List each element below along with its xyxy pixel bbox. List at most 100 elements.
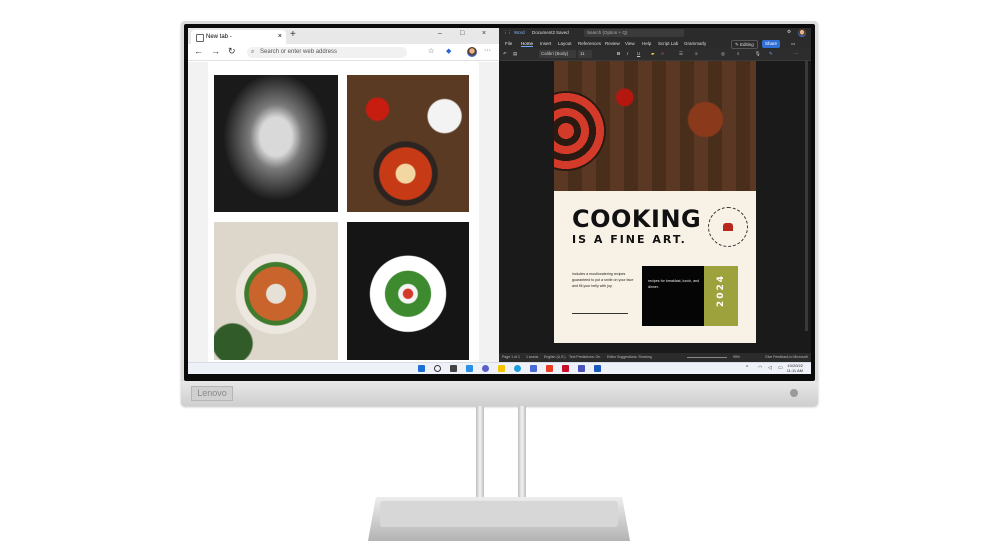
- bullets-icon[interactable]: ☰: [679, 51, 683, 57]
- browser-window: New tab - × + – □ × ← → ↻ ⌕ Search or en…: [188, 28, 499, 362]
- browser-tab[interactable]: New tab - ×: [191, 30, 286, 44]
- close-window-button[interactable]: ×: [482, 30, 486, 37]
- close-tab-icon[interactable]: ×: [278, 30, 282, 44]
- doc-title: COOKING: [572, 205, 702, 233]
- editor-icon[interactable]: ✎: [769, 51, 773, 57]
- settings-icon[interactable]: ⚙: [787, 29, 791, 35]
- tab-layout[interactable]: Layout: [558, 41, 572, 46]
- chat-icon[interactable]: [482, 365, 489, 372]
- extension-icon[interactable]: ◆: [446, 47, 451, 55]
- address-placeholder: Search or enter web address: [260, 49, 338, 55]
- photo-sweet-potato-fries[interactable]: [214, 222, 338, 360]
- wifi-icon[interactable]: ◠: [758, 365, 762, 371]
- editing-mode-button[interactable]: ✎ Editing: [731, 40, 758, 49]
- tab-grammarly[interactable]: Grammarly: [684, 41, 706, 46]
- brand-logo: Lenovo: [191, 386, 233, 401]
- ribbon-toolbar: ↶ ▤ Calibri (Body) 11 B I U ▰ A ☰ ≡ ◎ ⌕ …: [499, 49, 811, 61]
- tab-references[interactable]: References: [578, 41, 601, 46]
- ribbon-more-icon[interactable]: ···: [794, 51, 799, 56]
- document-name[interactable]: Document2: [532, 30, 555, 35]
- editor-suggestions[interactable]: Editor Suggestions: Showing: [607, 355, 652, 359]
- photo-shakshuka[interactable]: [347, 75, 469, 212]
- italic-button[interactable]: I: [627, 51, 628, 56]
- pdf-icon[interactable]: [562, 365, 569, 372]
- underline-button[interactable]: U: [637, 51, 640, 56]
- font-size-select[interactable]: 11: [578, 50, 592, 58]
- zoom-level[interactable]: 95%: [733, 355, 740, 359]
- find-icon[interactable]: ⌕: [737, 51, 740, 56]
- doc-body-text: includes a mouthwatering recipes guarant…: [572, 272, 634, 288]
- forward-button[interactable]: →: [211, 46, 220, 56]
- tab-insert[interactable]: Insert: [540, 41, 551, 46]
- teams-icon[interactable]: [578, 365, 585, 372]
- word-search-placeholder: Search (Option + Q): [587, 30, 628, 35]
- browser-content: [188, 62, 499, 362]
- back-button[interactable]: ←: [194, 46, 203, 56]
- file-explorer-icon[interactable]: [498, 365, 505, 372]
- comments-icon[interactable]: ▭: [791, 41, 795, 47]
- power-button[interactable]: [790, 389, 798, 397]
- volume-icon[interactable]: ◁: [768, 365, 772, 371]
- task-view-icon[interactable]: [450, 365, 457, 372]
- tab-view[interactable]: View: [625, 41, 635, 46]
- share-button[interactable]: Share: [762, 40, 781, 48]
- feedback-link[interactable]: Give Feedback to Microsoft: [765, 355, 808, 359]
- language[interactable]: English (U.S.): [544, 355, 566, 359]
- divider: [572, 313, 628, 314]
- start-icon[interactable]: [418, 365, 425, 372]
- tab-help[interactable]: Help: [642, 41, 651, 46]
- search-icon[interactable]: [434, 365, 441, 372]
- address-bar[interactable]: ⌕ Search or enter web address: [247, 47, 407, 58]
- show-hidden-icons[interactable]: ^: [746, 365, 748, 371]
- screen-bezel: New tab - × + – □ × ← → ↻ ⌕ Search or en…: [184, 24, 815, 381]
- left-margin: [188, 62, 208, 362]
- page-count: Page 1 of 1: [502, 355, 520, 359]
- meals-text: recipes for breakfast, lunch, and dinner…: [648, 279, 700, 289]
- taskbar-clock[interactable]: 10/20/22 11:11 AM: [787, 363, 803, 373]
- styles-icon[interactable]: ◎: [721, 51, 725, 57]
- dictate-icon[interactable]: 🎙: [755, 51, 761, 57]
- profile-avatar[interactable]: [467, 47, 477, 57]
- edge-icon[interactable]: [514, 365, 521, 372]
- maximize-button[interactable]: □: [460, 30, 464, 37]
- tab-script-lab[interactable]: Script Lab: [658, 41, 678, 46]
- word-window: ⋮⋮ Word Document2 Saved Search (Option +…: [499, 28, 811, 362]
- widgets-icon[interactable]: [466, 365, 473, 372]
- word-icon[interactable]: [594, 365, 601, 372]
- page-icon: [196, 34, 204, 42]
- screen: New tab - × + – □ × ← → ↻ ⌕ Search or en…: [188, 28, 811, 374]
- word-status-bar: Page 1 of 1 1 words English (U.S.) Text …: [499, 353, 811, 362]
- font-name-select[interactable]: Calibri (Body): [539, 50, 576, 58]
- text-predictions[interactable]: Text Predictions: On: [569, 355, 600, 359]
- store-icon[interactable]: [530, 365, 537, 372]
- word-app-name: Word: [514, 30, 525, 35]
- document-page[interactable]: COOKING IS A FINE ART. includes a mouthw…: [554, 61, 756, 343]
- refresh-button[interactable]: ↻: [228, 46, 236, 57]
- more-button[interactable]: ···: [484, 47, 491, 54]
- new-tab-button[interactable]: +: [290, 29, 296, 40]
- tab-home[interactable]: Home: [521, 41, 534, 47]
- bold-button[interactable]: B: [617, 51, 620, 56]
- clock-time: 11:11 AM: [786, 368, 803, 373]
- app-launcher-icon[interactable]: ⋮⋮: [503, 30, 512, 36]
- photo-flour-hands[interactable]: [214, 75, 338, 212]
- highlight-icon[interactable]: ▰: [651, 51, 654, 57]
- office-icon[interactable]: [546, 365, 553, 372]
- clipboard-icon[interactable]: ▤: [513, 51, 517, 57]
- word-scrollbar[interactable]: [805, 61, 808, 331]
- font-color-icon[interactable]: A: [661, 51, 664, 56]
- saved-status: Saved: [556, 30, 569, 35]
- word-profile-avatar[interactable]: [798, 29, 806, 37]
- undo-icon[interactable]: ↶: [503, 51, 507, 57]
- battery-icon[interactable]: ▭: [778, 365, 783, 371]
- year-label: 2024: [716, 274, 726, 308]
- minimize-button[interactable]: –: [438, 30, 442, 37]
- meals-box: recipes for breakfast, lunch, and dinner…: [642, 266, 704, 326]
- zoom-slider[interactable]: [687, 357, 727, 358]
- tab-review[interactable]: Review: [605, 41, 620, 46]
- tab-file[interactable]: File: [505, 41, 512, 46]
- favorite-icon[interactable]: ☆: [428, 47, 434, 55]
- photo-greek-salad[interactable]: [347, 222, 469, 360]
- numbering-icon[interactable]: ≡: [695, 51, 698, 56]
- word-search-box[interactable]: Search (Option + Q): [584, 29, 684, 37]
